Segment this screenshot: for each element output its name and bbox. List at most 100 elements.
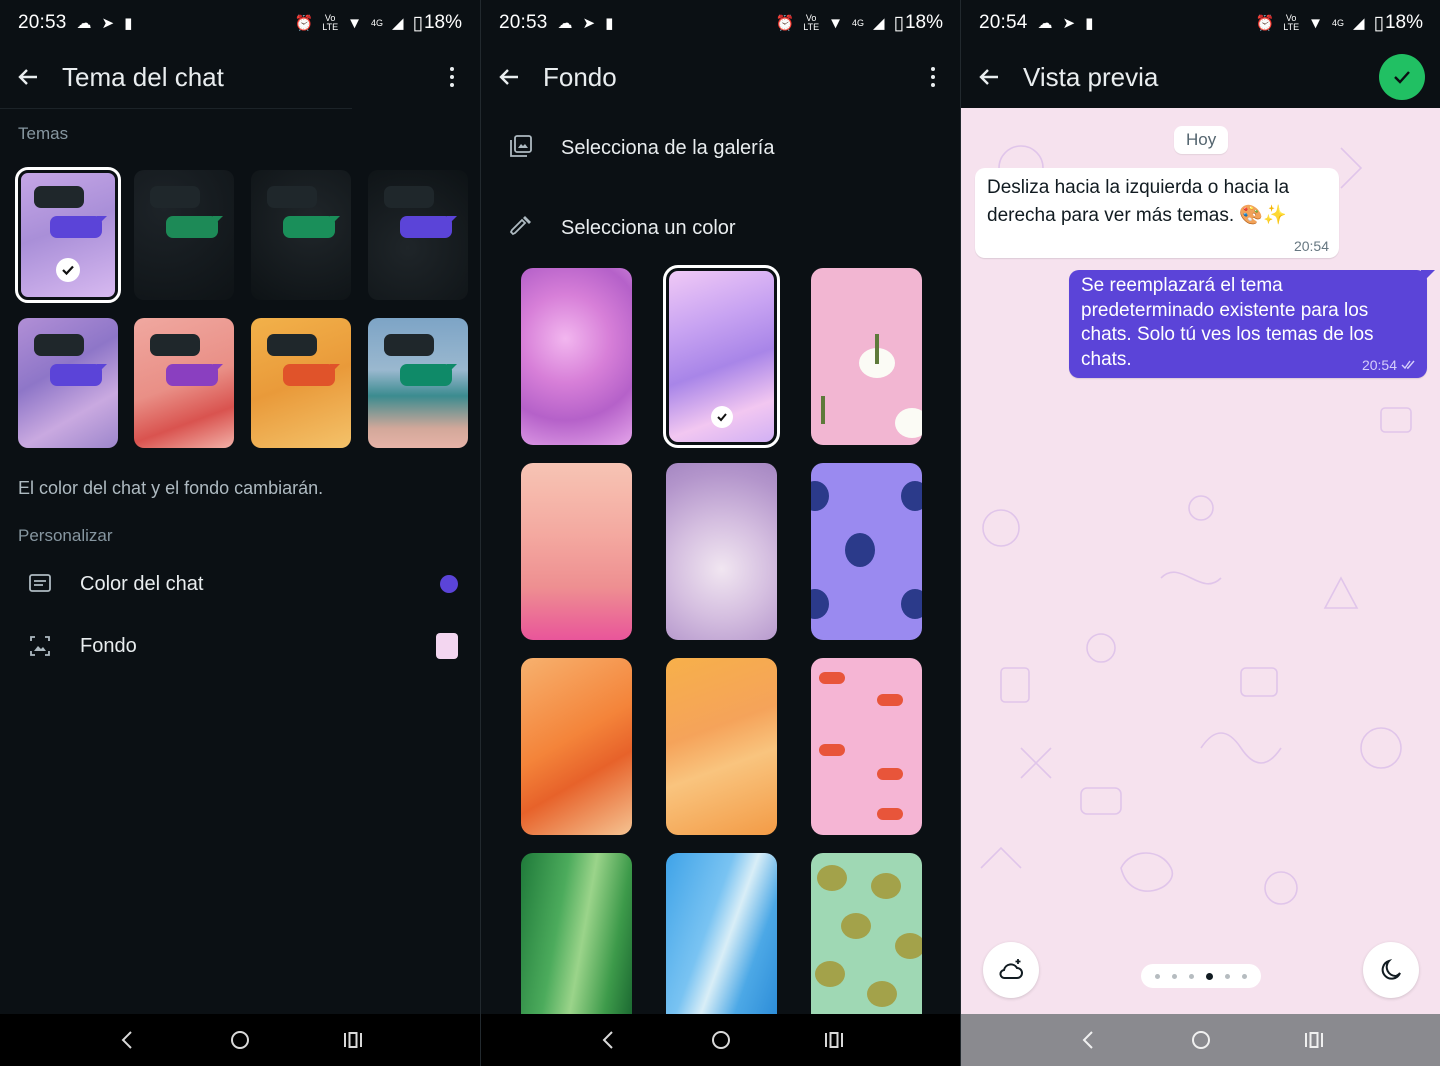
system-nav-bar [961,1014,1440,1066]
volte-icon: Vo LTE [803,13,820,32]
nav-home-icon[interactable] [1181,1020,1221,1060]
theme-tile-purple-haze[interactable] [18,318,118,448]
wallpaper-macarons[interactable] [811,853,922,1015]
theme-tile-lavender[interactable] [15,167,121,303]
alarm-icon: ⏰ [775,15,795,32]
system-icons: ⏰ Vo LTE ▼ 4G ◢ ▯ 18% [295,12,462,35]
signal-icon: ◢ [872,15,885,32]
status-time: 20:54 [979,12,1028,33]
outgoing-message-bubble: Se reemplazará el tema predeterminado ex… [1069,270,1427,378]
wallpaper-orange-lily[interactable] [521,658,632,835]
page-dot-active [1206,972,1213,980]
nav-recents-icon[interactable] [1294,1020,1334,1060]
outgoing-bubble-preview [50,216,102,238]
battery-level: 18% [423,12,462,33]
wallpaper-row[interactable]: Fondo [0,618,480,674]
fig-shape [901,589,922,619]
theme-tile-dark-green-2[interactable] [251,170,351,300]
nav-home-icon[interactable] [220,1020,260,1060]
nav-back-icon[interactable] [588,1020,628,1060]
chat-color-icon [28,572,52,596]
status-time: 20:53 [499,12,548,33]
outgoing-bubble-preview [166,216,218,238]
incoming-bubble-preview [150,334,200,356]
macaron-shape [895,933,922,959]
date-chip: Hoy [1174,126,1229,154]
customize-section-label: Personalizar [18,526,113,545]
theme-tile-dark-green[interactable] [134,170,234,300]
phone-icon: ▮ [605,15,614,32]
back-arrow-icon[interactable] [497,65,521,89]
theme-tile-beach[interactable] [368,318,468,448]
page-dot [1189,973,1194,979]
nav-recents-icon[interactable] [333,1020,373,1060]
incoming-bubble-preview [34,186,84,208]
notification-icons: ☁ ➤ ▮ [77,14,133,32]
wifi-icon: ▼ [1308,14,1323,32]
weather-theme-button[interactable] [983,942,1039,998]
theme-tile-orange[interactable] [251,318,351,448]
accept-button[interactable] [1379,54,1425,100]
more-options-icon[interactable] [440,62,464,92]
wallpaper-orange-silk[interactable] [666,658,777,835]
macaron-shape [841,913,871,939]
app-bar: Fondo [481,46,960,108]
wallpaper-palm-meringue[interactable] [811,268,922,445]
wallpaper-iridescent[interactable] [663,265,780,448]
back-arrow-icon[interactable] [977,65,1001,89]
signal-icon: ◢ [391,15,404,32]
navigation-icon: ➤ [582,15,596,32]
chat-color-row[interactable]: Color del chat [0,556,480,612]
network-type: 4G [851,17,864,28]
wallpaper-flip-flops[interactable] [811,658,922,835]
flip-flop-shape [819,672,845,684]
volte-icon: Vo LTE [1283,13,1300,32]
back-arrow-icon[interactable] [16,65,40,89]
wallpaper-figs-violet[interactable] [811,463,922,640]
status-bar: 20:54 ☁ ➤ ▮ ⏰ Vo LTE ▼ 4G ◢ ▯ 18% [961,0,1440,46]
cloud-icon: ☁ [1037,15,1053,32]
incoming-bubble-preview [150,186,200,208]
select-from-gallery-row[interactable]: Selecciona de la galería [481,118,960,178]
incoming-bubble-preview [34,334,84,356]
signal-icon: ◢ [1352,15,1365,32]
theme-tile-dark-violet[interactable] [368,170,468,300]
nav-back-icon[interactable] [107,1020,147,1060]
status-time: 20:53 [18,12,67,33]
macaron-shape [871,873,901,899]
palm-shape [821,396,825,424]
eyedropper-icon [509,214,533,243]
double-check-icon [1401,360,1415,370]
selected-check-icon [56,258,80,282]
chat-color-label: Color del chat [80,572,204,595]
system-nav-bar [481,1014,960,1066]
cloud-icon: ☁ [557,15,573,32]
wallpaper-swatch [436,633,458,659]
app-bar: Vista previa [961,46,1440,108]
nav-recents-icon[interactable] [814,1020,854,1060]
dark-mode-toggle[interactable] [1363,942,1419,998]
battery-icon: ▯ [893,12,904,34]
select-color-row[interactable]: Selecciona un color [481,198,960,258]
selected-check-icon [710,406,733,428]
outgoing-bubble-preview [283,364,335,386]
wallpaper-dandelion[interactable] [666,463,777,640]
more-options-icon[interactable] [921,62,945,92]
wallpaper-coral-flowers[interactable] [521,463,632,640]
nav-home-icon[interactable] [701,1020,741,1060]
cloud-icon: ☁ [76,15,92,32]
macaron-shape [867,981,897,1007]
flip-flop-shape [877,808,903,820]
outgoing-bubble-preview [400,216,452,238]
fig-shape [811,481,829,511]
nav-back-icon[interactable] [1068,1020,1108,1060]
meringue-shape [895,408,922,438]
alarm-icon: ⏰ [294,15,314,32]
wallpaper-pink-tulip[interactable] [521,268,632,445]
battery-icon: ▯ [412,12,423,34]
theme-tile-pink-floral[interactable] [134,318,234,448]
wallpaper-blue-water[interactable] [666,853,777,1015]
wallpaper-green-leaf[interactable] [521,853,632,1015]
outgoing-message-meta: 20:54 [1362,357,1417,373]
network-type: 4G [370,17,383,28]
